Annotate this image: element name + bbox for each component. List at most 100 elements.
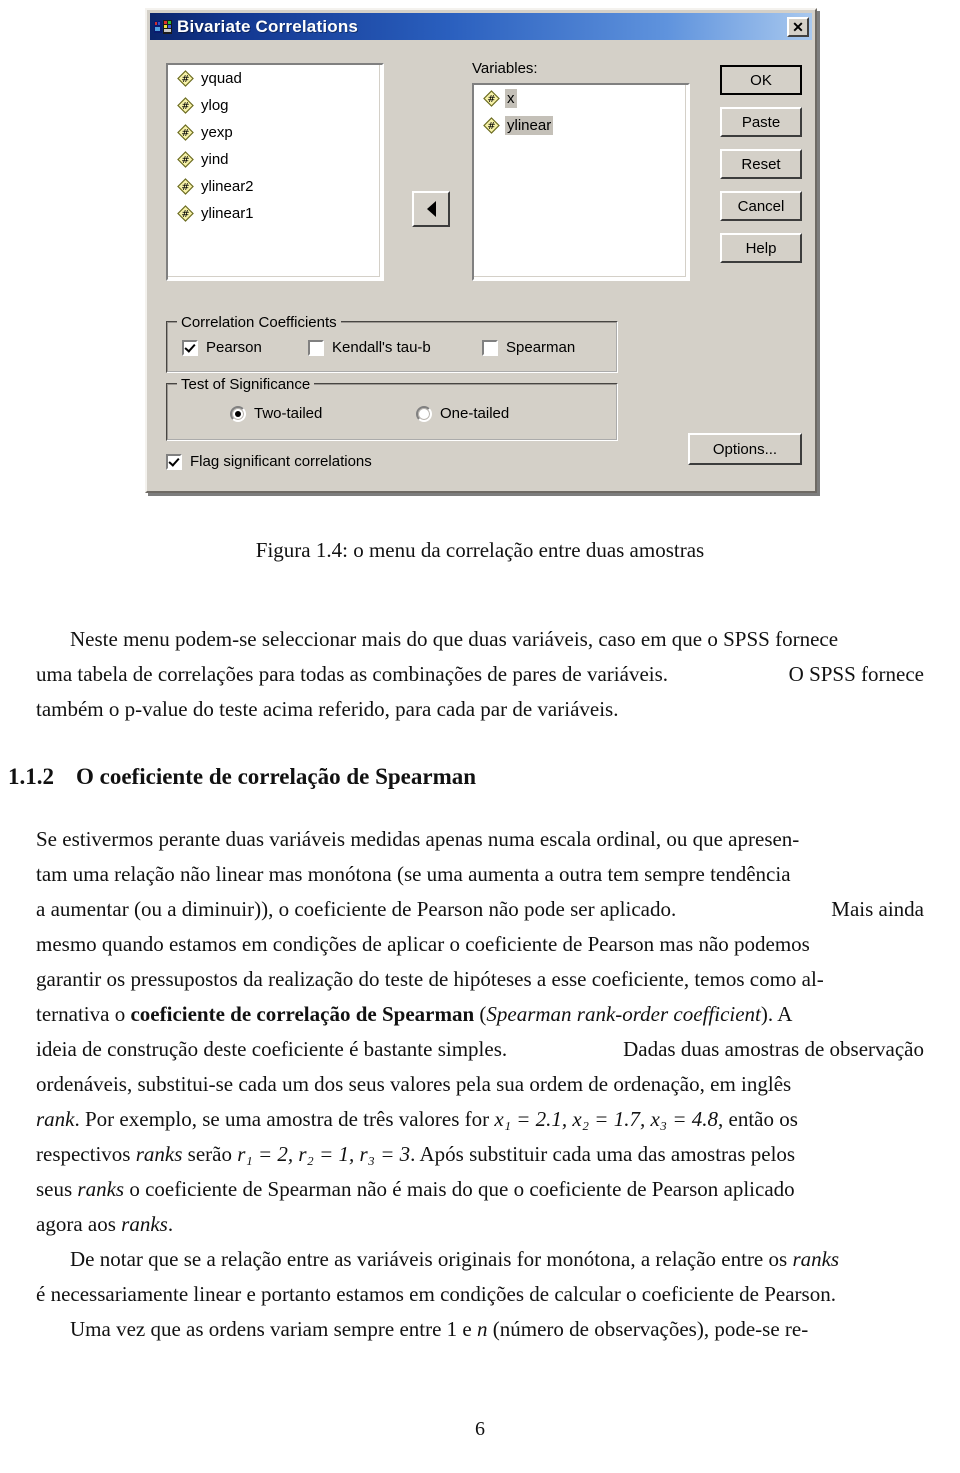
scale-variable-icon: # xyxy=(177,178,194,195)
text-run: serão xyxy=(182,1142,238,1166)
scale-variable-icon: # xyxy=(177,97,194,114)
test-of-significance-group: Test of Significance Two-tailed One-tail… xyxy=(166,376,618,441)
text-run: Neste menu podem-se seleccionar mais do … xyxy=(70,627,839,651)
variable-name: x xyxy=(505,89,517,108)
text-run: . Por exemplo, se uma amostra de três va… xyxy=(74,1107,495,1131)
checkbox-icon[interactable] xyxy=(482,339,498,356)
arrow-left-icon xyxy=(426,201,436,217)
svg-text:#: # xyxy=(487,94,495,105)
move-variable-button[interactable] xyxy=(412,191,450,227)
text-run: ternativa o xyxy=(36,1002,131,1026)
svg-text:#: # xyxy=(181,209,189,220)
list-item[interactable]: # yind xyxy=(168,146,382,173)
text-run: ). A xyxy=(760,1002,793,1026)
paragraph-1: Neste menu podem-se seleccionar mais do … xyxy=(36,622,924,727)
radio-label: Two-tailed xyxy=(254,405,323,422)
text-run: seus xyxy=(36,1177,78,1201)
checkbox-spearman[interactable]: Spearman xyxy=(482,339,575,356)
list-item[interactable]: # ylinear1 xyxy=(168,200,382,227)
text-line: é necessariamente linear e portanto esta… xyxy=(36,1277,924,1312)
cancel-button[interactable]: Cancel xyxy=(720,191,802,221)
checkbox-icon[interactable] xyxy=(308,339,324,356)
svg-text:#: # xyxy=(181,101,189,112)
list-item[interactable]: # ylinear xyxy=(474,112,688,139)
source-variable-list[interactable]: # yquad # ylog # yexp # yind # ylinear2 … xyxy=(166,63,384,281)
variable-name: yind xyxy=(201,151,229,168)
paragraph-2: Se estivermos perante duas variáveis med… xyxy=(36,822,924,1347)
list-item[interactable]: # ylinear2 xyxy=(168,173,382,200)
variable-name: yquad xyxy=(201,70,242,87)
scale-variable-icon: # xyxy=(177,70,194,87)
checkbox-icon[interactable] xyxy=(166,453,182,470)
text-line: uma tabela de correlações para todas as … xyxy=(36,657,924,692)
variable-name: ylinear2 xyxy=(201,178,254,195)
text-run: Mais ainda xyxy=(831,897,924,921)
text-run: a aumentar (ou a diminuir)), o coeficien… xyxy=(36,897,677,921)
scale-variable-icon: # xyxy=(177,205,194,222)
spss-variables-icon xyxy=(154,19,172,35)
text-line: Uma vez que as ordens variam sempre entr… xyxy=(36,1312,924,1347)
text-run-italic: ranks xyxy=(135,1142,183,1166)
text-run-italic: n xyxy=(477,1317,488,1341)
radio-two-tailed[interactable]: Two-tailed xyxy=(230,405,322,422)
radio-icon[interactable] xyxy=(416,405,432,422)
text-run: mesmo quando estamos em condições de apl… xyxy=(36,932,810,956)
radio-label: One-tailed xyxy=(440,405,510,422)
text-run: tam uma relação não linear mas monótona … xyxy=(36,862,791,886)
text-run: uma tabela de correlações para todas as … xyxy=(36,662,669,686)
text-run: é necessariamente linear e portanto esta… xyxy=(36,1282,836,1306)
variable-name: ylinear xyxy=(505,116,554,135)
scale-variable-icon: # xyxy=(483,117,500,134)
variables-label: Variables: xyxy=(472,60,538,77)
text-run: agora aos xyxy=(36,1212,122,1236)
text-line: De notar que se a relação entre as variá… xyxy=(36,1242,924,1277)
list-item[interactable]: # ylog xyxy=(168,92,382,119)
dialog-content: # yquad # ylog # yexp # yind # ylinear2 … xyxy=(150,43,812,488)
ok-button[interactable]: OK xyxy=(720,65,802,95)
text-run-italic: ranks xyxy=(121,1212,168,1236)
text-run: garantir os pressupostos da realização d… xyxy=(36,967,824,991)
list-item[interactable]: # x xyxy=(474,85,688,112)
text-line: mesmo quando estamos em condições de apl… xyxy=(36,927,924,962)
checkbox-icon[interactable] xyxy=(182,339,198,356)
checkbox-label: Flag significant correlations xyxy=(190,453,372,470)
math-run: x₁ = 2.1, x₂ = 1.7, x₃ = 4.8 xyxy=(494,1107,719,1131)
text-run: respectivos xyxy=(36,1142,136,1166)
text-line: seus ranks o coeficiente de Spearman não… xyxy=(36,1172,924,1207)
list-item[interactable]: # yexp xyxy=(168,119,382,146)
svg-text:#: # xyxy=(181,128,189,139)
options-button[interactable]: Options... xyxy=(688,433,802,465)
dialog-frame: Bivariate Correlations ✕ # yquad # ylog xyxy=(145,8,817,493)
checkbox-flag-significant-correlations[interactable]: Flag significant correlations xyxy=(166,453,372,470)
text-line: respectivos ranks serão r₁ = 2, r₂ = 1, … xyxy=(36,1137,924,1172)
text-run: (número de observações), pode-se re- xyxy=(487,1317,809,1341)
text-run: . xyxy=(167,1212,174,1236)
svg-text:#: # xyxy=(181,74,189,85)
checkbox-kendalls-tau-b[interactable]: Kendall's tau-b xyxy=(308,339,431,356)
text-run: Se estivermos perante duas variáveis med… xyxy=(36,827,800,851)
list-item[interactable]: # yquad xyxy=(168,65,382,92)
text-run: Dadas duas amostras de observação xyxy=(623,1037,924,1061)
selected-variable-list[interactable]: # x # ylinear xyxy=(472,83,690,281)
checkbox-pearson[interactable]: Pearson xyxy=(182,339,262,356)
close-icon[interactable]: ✕ xyxy=(787,16,809,37)
text-run: ideia de construção deste coeficiente é … xyxy=(36,1037,508,1061)
variable-name: yexp xyxy=(201,124,233,141)
reset-button[interactable]: Reset xyxy=(720,149,802,179)
text-run: , então os xyxy=(718,1107,798,1131)
text-line: a aumentar (ou a diminuir)), o coeficien… xyxy=(36,892,924,927)
scale-variable-icon: # xyxy=(483,90,500,107)
help-button[interactable]: Help xyxy=(720,233,802,263)
dialog-titlebar[interactable]: Bivariate Correlations ✕ xyxy=(150,13,812,40)
radio-icon[interactable] xyxy=(230,405,246,422)
text-line: garantir os pressupostos da realização d… xyxy=(36,962,924,997)
text-run: Uma vez que as ordens variam sempre entr… xyxy=(70,1317,477,1341)
group-title: Correlation Coefficients xyxy=(177,314,341,331)
text-run: ordenáveis, substitui-se cada um dos seu… xyxy=(36,1072,792,1096)
text-line: ternativa o coeficiente de correlação de… xyxy=(36,997,924,1032)
dialog-title: Bivariate Correlations xyxy=(177,17,359,36)
paste-button[interactable]: Paste xyxy=(720,107,802,137)
checkbox-label: Kendall's tau-b xyxy=(332,339,431,356)
radio-one-tailed[interactable]: One-tailed xyxy=(416,405,509,422)
svg-text:#: # xyxy=(181,182,189,193)
